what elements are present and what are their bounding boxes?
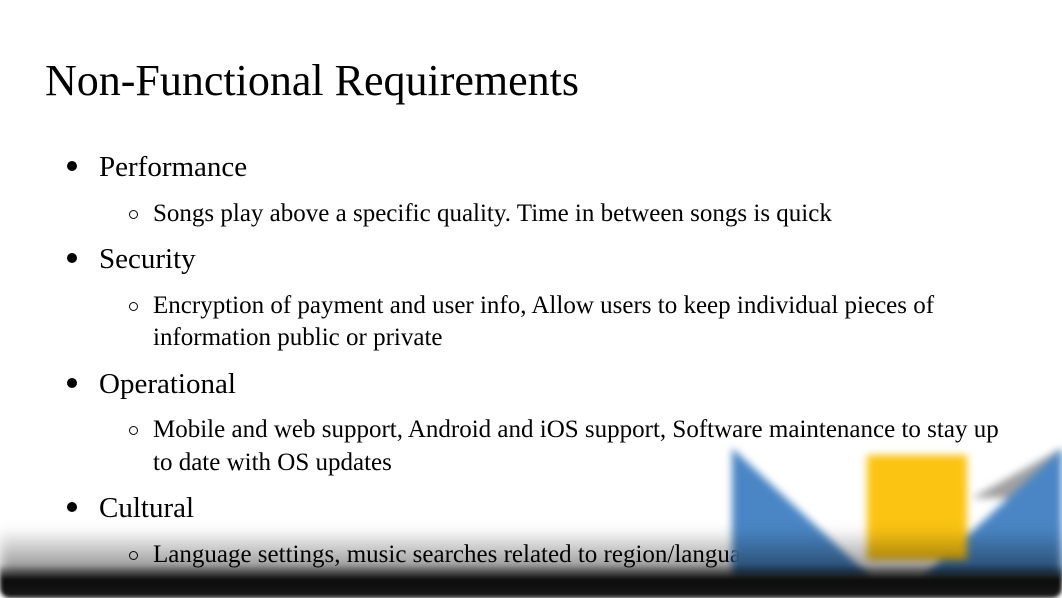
sub-list: Mobile and web support, Android and iOS …	[99, 414, 1017, 479]
sub-item-text: Encryption of payment and user info, All…	[153, 290, 1017, 355]
list-item: Performance Songs play above a specific …	[67, 146, 1017, 230]
list-item: Security Encryption of payment and user …	[67, 238, 1017, 355]
sub-item: Encryption of payment and user info, All…	[129, 290, 1017, 355]
item-label: Security	[99, 238, 1017, 282]
sub-item: Mobile and web support, Android and iOS …	[129, 414, 1017, 479]
item-label: Operational	[99, 363, 1017, 407]
bottom-bar	[0, 566, 1062, 598]
sub-list: Encryption of payment and user info, All…	[99, 290, 1017, 355]
item-label: Performance	[99, 146, 1017, 190]
sub-item-text: Songs play above a specific quality. Tim…	[153, 198, 1017, 231]
slide-container: Non-Functional Requirements Performance …	[0, 0, 1062, 598]
sub-item-text: Mobile and web support, Android and iOS …	[153, 414, 1017, 479]
list-item: Operational Mobile and web support, Andr…	[67, 363, 1017, 480]
requirements-list: Performance Songs play above a specific …	[45, 146, 1017, 571]
item-label: Cultural	[99, 487, 1017, 531]
sub-item: Songs play above a specific quality. Tim…	[129, 198, 1017, 231]
sub-list: Songs play above a specific quality. Tim…	[99, 198, 1017, 231]
slide-title: Non-Functional Requirements	[45, 55, 1017, 106]
